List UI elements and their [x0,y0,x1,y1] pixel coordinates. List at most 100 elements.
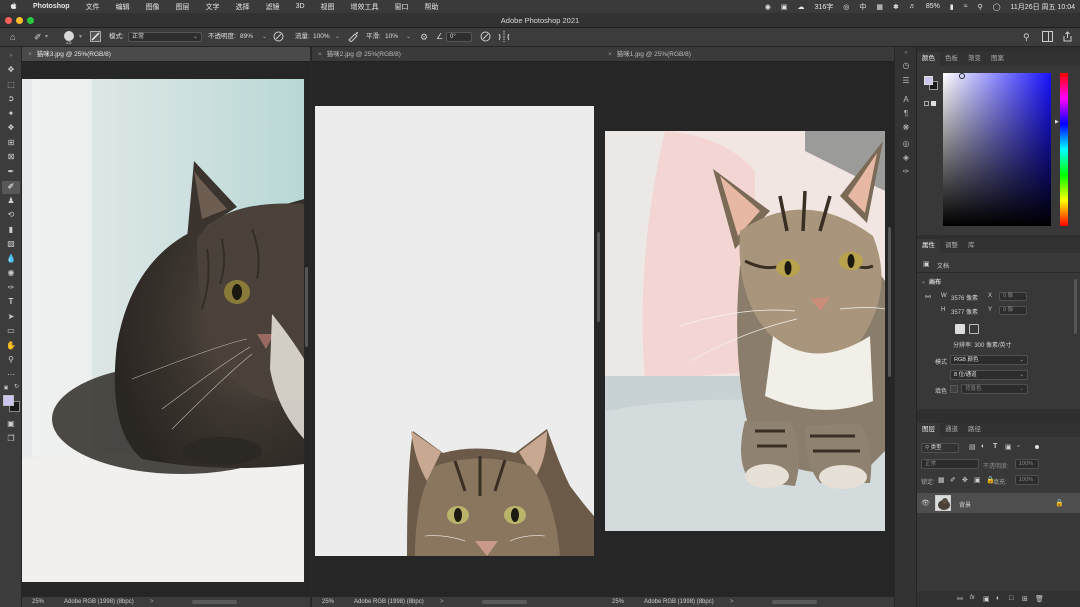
lock-position-icon[interactable]: ✥ [962,476,968,484]
lock-artboard-icon[interactable]: ▣ [974,476,981,484]
filter-pixel-icon[interactable]: ▤ [969,443,976,451]
chevron-down-icon[interactable]: ▾ [45,32,48,42]
minimize-window-button[interactable] [16,17,23,24]
marquee-tool-icon[interactable]: ⬚ [4,79,18,91]
filter-toggle-icon[interactable] [1035,445,1039,449]
chevron-down-icon[interactable]: ▾ [79,32,82,42]
delete-layer-icon[interactable]: 🗑 [1035,595,1044,603]
eraser-tool-icon[interactable]: ▮ [4,224,18,236]
close-tab-icon[interactable]: × [28,51,32,58]
document-tab-cat2[interactable]: × 猫咪2.jpg @ 25%(RGB/8) [312,47,603,62]
zoom-window-button[interactable] [27,17,34,24]
battery-percent[interactable]: 85% [921,3,945,10]
tab-paths[interactable]: 路径 [963,423,986,437]
y-input[interactable]: 0 像 [999,306,1027,315]
lock-image-icon[interactable]: ✐ [950,476,956,484]
close-tab-icon[interactable]: × [608,51,612,58]
frame-tool-icon[interactable]: ⊠ [4,151,18,163]
opacity-value[interactable]: 89% [240,32,253,42]
zoom-tool-icon[interactable]: ⚲ [4,354,18,366]
horizontal-scrollbar[interactable] [772,600,817,604]
color-mode-select[interactable]: RGB 颜色 ⌄ [950,355,1028,365]
brush-tool-icon[interactable]: ✐ [4,181,18,193]
path-selection-tool-icon[interactable]: ➤ [4,311,18,323]
zoom-level[interactable]: 25% [322,597,334,607]
menu-plugins[interactable]: 增效工具 [343,2,387,12]
canvas-cat3-image[interactable] [22,79,310,582]
vertical-scrollbar[interactable] [597,232,600,322]
menu-window[interactable]: 窗口 [387,2,417,12]
layer-style-icon[interactable]: fx [970,595,975,601]
zoom-level[interactable]: 25% [612,597,624,607]
tab-swatches[interactable]: 色板 [940,52,963,66]
paths-panel-icon[interactable]: ◎ [900,139,912,148]
brush-settings-icon[interactable] [90,31,101,46]
new-group-icon[interactable]: □ [1009,595,1013,602]
menu-3d[interactable]: 3D [288,3,313,10]
swap-colors-icon[interactable] [931,101,936,106]
symmetry-icon[interactable] [498,31,510,46]
properties-panel-icon[interactable]: ☰ [900,76,912,85]
brush-angle-input[interactable]: 0° [446,32,472,42]
chevron-down-icon[interactable]: ⌄ [406,32,411,42]
adjustment-layer-icon[interactable]: ◐ [996,595,1000,602]
quick-selection-tool-icon[interactable]: ✦ [4,108,18,120]
object-selection-tool-icon[interactable]: ❖ [4,122,18,134]
close-tab-icon[interactable]: × [318,51,322,58]
landscape-orientation-icon[interactable] [969,324,979,334]
collapse-tools-icon[interactable]: » [4,50,18,62]
foreground-color-swatch[interactable] [924,76,933,85]
brushes-panel-icon[interactable]: ✑ [900,167,912,176]
display-icon[interactable]: ▣ [776,3,793,11]
document-tab-cat1[interactable]: × 猫咪1.jpg @ 25%(RGB/8) [602,47,894,62]
paragraph-panel-icon[interactable]: ¶ [900,109,912,118]
rectangle-tool-icon[interactable]: ▭ [4,325,18,337]
filter-adjustment-icon[interactable]: ◐ [981,443,985,450]
pen-tool-icon[interactable]: ✑ [4,282,18,294]
styles-panel-icon[interactable]: ◈ [900,153,912,162]
menu-file[interactable]: 文件 [78,2,108,12]
menu-filter[interactable]: 滤镜 [258,2,288,12]
fill-select[interactable]: 背景色 ⌄ [961,384,1028,394]
gradient-tool-icon[interactable]: ▧ [4,238,18,250]
history-brush-tool-icon[interactable]: ⟲ [4,209,18,221]
filter-type-icon[interactable]: T [993,443,997,450]
pressure-opacity-icon[interactable] [273,31,284,46]
app-menu-photoshop[interactable]: Photoshop [25,3,78,10]
default-colors-icon[interactable] [924,101,929,106]
layer-fill-input[interactable]: 100% [1015,475,1039,485]
menu-select[interactable]: 选择 [228,2,258,12]
link-layers-icon[interactable]: ⚯ [957,595,963,603]
status-menu-arrow[interactable]: > [440,597,444,607]
document-tab-cat3[interactable]: × 猫咪3.jpg @ 25%(RGB/8) [22,47,310,62]
bluetooth-icon[interactable]: ✱ [888,3,904,11]
tab-color[interactable]: 颜色 [917,52,940,66]
vertical-scrollbar[interactable] [888,227,891,377]
input-method-indicator[interactable]: 中 [854,2,871,12]
flow-value[interactable]: 100% [313,32,330,42]
history-panel-icon[interactable]: ◷ [900,61,912,70]
apple-menu-icon[interactable] [0,1,25,12]
color-field-picker[interactable] [943,73,1051,226]
clone-stamp-tool-icon[interactable]: ♟ [4,195,18,207]
portrait-orientation-icon[interactable] [955,324,965,334]
hand-tool-icon[interactable]: ✋ [4,340,18,352]
filter-smart-object-icon[interactable]: ▫ [1017,443,1019,450]
canvas-cat2-image[interactable] [315,106,594,556]
width-value[interactable]: 3576 像素 [951,293,978,302]
tab-layers[interactable]: 图层 [917,423,940,437]
lasso-tool-icon[interactable]: ➲ [4,93,18,105]
brush-tool-preset-icon[interactable]: ✐ [34,32,42,42]
tab-gradients[interactable]: 渐变 [963,52,986,66]
workspace-icon[interactable] [1042,31,1053,46]
canvas-cat1-image[interactable] [605,131,886,531]
status-menu-arrow[interactable]: > [150,597,154,607]
menu-view[interactable]: 视图 [313,2,343,12]
layer-opacity-input[interactable]: 100% [1015,459,1039,469]
spotlight-search-icon[interactable]: ⚲ [973,3,988,11]
hue-slider[interactable] [1060,73,1068,226]
swap-colors-icon[interactable]: ↻ [13,384,20,391]
fill-color-swatch[interactable] [950,385,958,393]
more-tools-icon[interactable]: ⋯ [4,369,18,381]
tab-libraries[interactable]: 库 [963,239,980,253]
